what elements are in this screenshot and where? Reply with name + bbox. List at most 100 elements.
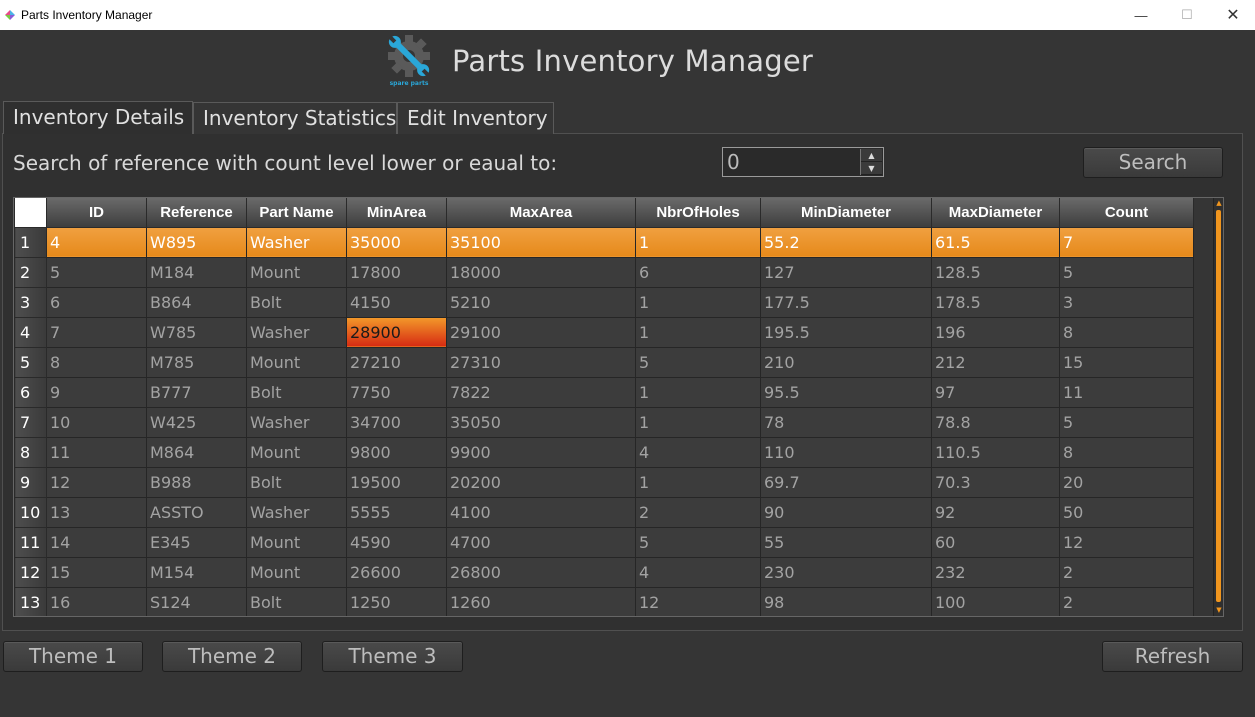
table-cell[interactable]: 1 bbox=[635, 466, 761, 498]
row-header[interactable]: 3 bbox=[14, 286, 47, 318]
table-cell[interactable]: 177.5 bbox=[760, 286, 932, 318]
column-header[interactable]: MaxDiameter bbox=[931, 198, 1060, 228]
column-header[interactable]: MaxArea bbox=[446, 198, 636, 228]
table-cell[interactable]: 128.5 bbox=[931, 256, 1060, 288]
vertical-scrollbar[interactable]: ▲ ▼ bbox=[1213, 198, 1223, 616]
table-cell[interactable]: 7750 bbox=[346, 376, 447, 408]
theme-3-button[interactable]: Theme 3 bbox=[322, 641, 463, 672]
table-cell[interactable]: 6 bbox=[635, 256, 761, 288]
table-cell[interactable]: B864 bbox=[146, 286, 247, 318]
row-header[interactable]: 4 bbox=[14, 316, 47, 348]
table-cell[interactable]: 2 bbox=[1059, 556, 1194, 588]
table-cell[interactable]: Bolt bbox=[246, 586, 347, 616]
table-cell[interactable]: 70.3 bbox=[931, 466, 1060, 498]
table-cell[interactable]: W425 bbox=[146, 406, 247, 438]
table-cell[interactable]: 55 bbox=[760, 526, 932, 558]
table-row[interactable]: 3 6 B864 Bolt 4150 5210 1 177.5 178.5 3 bbox=[14, 286, 1194, 318]
column-header[interactable]: Count bbox=[1059, 198, 1194, 228]
table-cell[interactable]: 35050 bbox=[446, 406, 636, 438]
tab-edit-inventory[interactable]: Edit Inventory bbox=[397, 102, 554, 134]
table-cell[interactable]: 15 bbox=[1059, 346, 1194, 378]
table-cell[interactable]: 8 bbox=[1059, 316, 1194, 348]
table-cell[interactable]: 78.8 bbox=[931, 406, 1060, 438]
search-button[interactable]: Search bbox=[1083, 147, 1223, 178]
column-header[interactable]: MinArea bbox=[346, 198, 447, 228]
table-cell[interactable]: 28900 bbox=[346, 316, 447, 348]
table-cell[interactable]: 9800 bbox=[346, 436, 447, 468]
table-cell[interactable]: 232 bbox=[931, 556, 1060, 588]
table-cell[interactable]: Mount bbox=[246, 556, 347, 588]
table-row[interactable]: 13 16 S124 Bolt 1250 1260 12 98 100 2 bbox=[14, 586, 1194, 616]
table-cell[interactable]: 15 bbox=[46, 556, 147, 588]
row-header[interactable]: 11 bbox=[14, 526, 47, 558]
table-cell[interactable]: W895 bbox=[146, 226, 247, 258]
table-cell[interactable]: 5 bbox=[1059, 256, 1194, 288]
table-cell[interactable]: 26800 bbox=[446, 556, 636, 588]
table-cell[interactable]: 7 bbox=[1059, 226, 1194, 258]
table-cell[interactable]: M864 bbox=[146, 436, 247, 468]
table-cell[interactable]: 1 bbox=[635, 286, 761, 318]
table-row[interactable]: 11 14 E345 Mount 4590 4700 5 55 60 12 bbox=[14, 526, 1194, 558]
table-cell[interactable]: 8 bbox=[1059, 436, 1194, 468]
table-cell[interactable]: 110.5 bbox=[931, 436, 1060, 468]
table-cell[interactable]: W785 bbox=[146, 316, 247, 348]
table-cell[interactable]: 5555 bbox=[346, 496, 447, 528]
table-cell[interactable]: 210 bbox=[760, 346, 932, 378]
table-cell[interactable]: 195.5 bbox=[760, 316, 932, 348]
scroll-down-icon[interactable]: ▼ bbox=[1215, 606, 1223, 614]
row-header[interactable]: 5 bbox=[14, 346, 47, 378]
row-header[interactable]: 6 bbox=[14, 376, 47, 408]
row-header[interactable]: 10 bbox=[14, 496, 47, 528]
table-cell[interactable]: 27210 bbox=[346, 346, 447, 378]
table-cell[interactable]: M785 bbox=[146, 346, 247, 378]
table-cell[interactable]: 16 bbox=[46, 586, 147, 616]
table-cell[interactable]: 127 bbox=[760, 256, 932, 288]
spin-box-buttons[interactable]: ▲ ▼ bbox=[860, 149, 882, 175]
table-cell[interactable]: Mount bbox=[246, 526, 347, 558]
table-cell[interactable]: 12 bbox=[635, 586, 761, 616]
scrollbar-thumb[interactable] bbox=[1216, 210, 1221, 602]
table-row[interactable]: 4 7 W785 Washer 28900 29100 1 195.5 196 8 bbox=[14, 316, 1194, 348]
column-header[interactable]: Part Name bbox=[246, 198, 347, 228]
table-cell[interactable]: 1 bbox=[635, 406, 761, 438]
table-cell[interactable]: 35100 bbox=[446, 226, 636, 258]
table-cell[interactable]: 78 bbox=[760, 406, 932, 438]
table-cell[interactable]: 178.5 bbox=[931, 286, 1060, 318]
table-cell[interactable]: 60 bbox=[931, 526, 1060, 558]
table-cell[interactable]: 11 bbox=[46, 436, 147, 468]
table-cell[interactable]: 17800 bbox=[346, 256, 447, 288]
table-cell[interactable]: 4 bbox=[635, 556, 761, 588]
column-header[interactable]: ID bbox=[46, 198, 147, 228]
table-row[interactable]: 5 8 M785 Mount 27210 27310 5 210 212 15 bbox=[14, 346, 1194, 378]
table-cell[interactable]: 27310 bbox=[446, 346, 636, 378]
table-cell[interactable]: 92 bbox=[931, 496, 1060, 528]
table-cell[interactable]: 34700 bbox=[346, 406, 447, 438]
table-cell[interactable]: 29100 bbox=[446, 316, 636, 348]
table-cell[interactable]: 1 bbox=[635, 376, 761, 408]
table-cell[interactable]: Washer bbox=[246, 406, 347, 438]
table-cell[interactable]: 5 bbox=[1059, 406, 1194, 438]
table-cell[interactable]: 50 bbox=[1059, 496, 1194, 528]
table-cell[interactable]: 6 bbox=[46, 286, 147, 318]
table-cell[interactable]: M184 bbox=[146, 256, 247, 288]
table-cell[interactable]: 4150 bbox=[346, 286, 447, 318]
table-row[interactable]: 7 10 W425 Washer 34700 35050 1 78 78.8 5 bbox=[14, 406, 1194, 438]
table-row[interactable]: 12 15 M154 Mount 26600 26800 4 230 232 2 bbox=[14, 556, 1194, 588]
row-header[interactable]: 1 bbox=[14, 226, 47, 258]
spin-down-icon[interactable]: ▼ bbox=[861, 162, 882, 175]
table-cell[interactable]: 100 bbox=[931, 586, 1060, 616]
minimize-button[interactable]: — bbox=[1118, 0, 1164, 30]
scroll-up-icon[interactable]: ▲ bbox=[1215, 199, 1223, 207]
table-row[interactable]: 10 13 ASSTO Washer 5555 4100 2 90 92 50 bbox=[14, 496, 1194, 528]
column-header[interactable]: MinDiameter bbox=[760, 198, 932, 228]
table-cell[interactable]: 1250 bbox=[346, 586, 447, 616]
table-cell[interactable]: B988 bbox=[146, 466, 247, 498]
table-cell[interactable]: 2 bbox=[1059, 586, 1194, 616]
table-cell[interactable]: 230 bbox=[760, 556, 932, 588]
column-header[interactable]: NbrOfHoles bbox=[635, 198, 761, 228]
table-row[interactable]: 8 11 M864 Mount 9800 9900 4 110 110.5 8 bbox=[14, 436, 1194, 468]
table-cell[interactable]: 1 bbox=[635, 226, 761, 258]
table-cell[interactable]: 12 bbox=[46, 466, 147, 498]
table-cell[interactable]: 9900 bbox=[446, 436, 636, 468]
table-cell[interactable]: 4100 bbox=[446, 496, 636, 528]
